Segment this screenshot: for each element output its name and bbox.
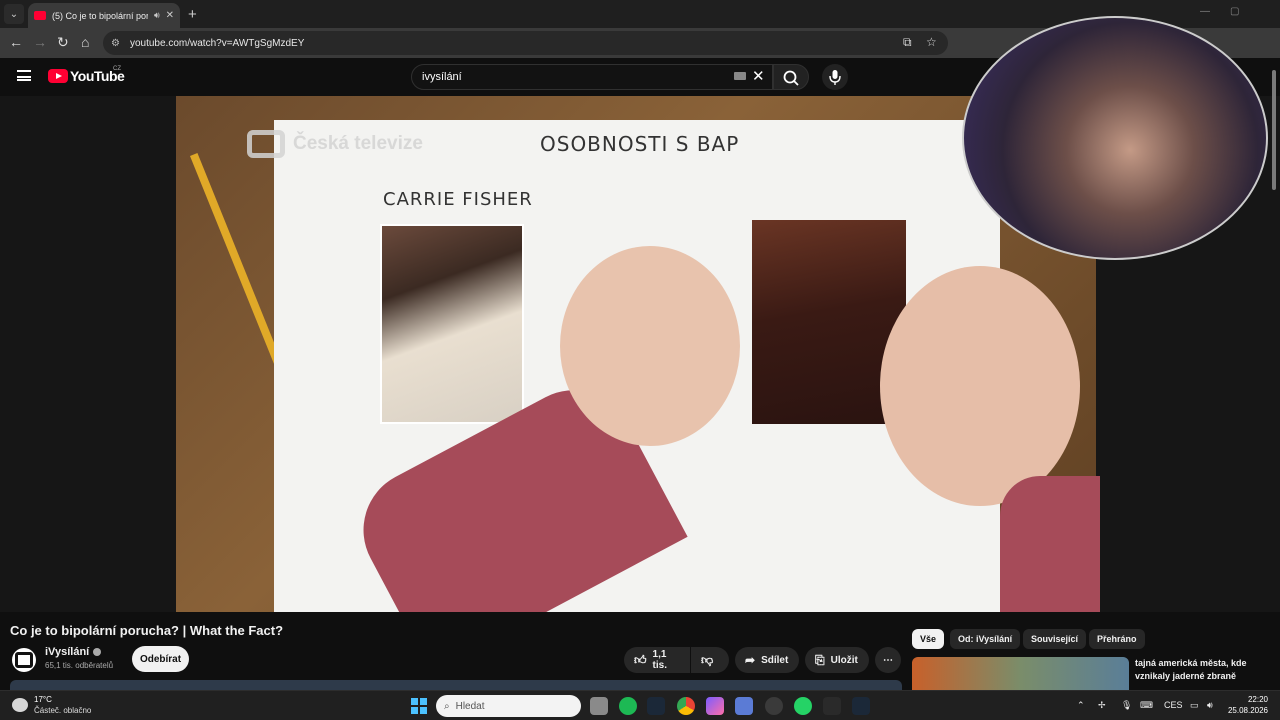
site-info-icon[interactable]: ⚙ [111, 38, 120, 49]
video-info: Co je to bipolární porucha? | What the F… [0, 612, 1280, 690]
share-icon: ➦ [745, 653, 756, 667]
voice-search-button[interactable] [822, 64, 848, 90]
subscribe-button[interactable]: Odebírat [132, 646, 189, 672]
spotify-icon[interactable] [619, 697, 637, 715]
related-video-title[interactable]: tajná americká města, kde vznikaly jader… [1135, 657, 1275, 683]
webcam-overlay [962, 16, 1268, 260]
more-actions-button[interactable]: ⋯ [875, 647, 901, 673]
chip-from-channel[interactable]: Od: iVysílání [950, 629, 1021, 649]
weather-cloud-icon[interactable] [12, 698, 28, 712]
close-tab-icon[interactable]: ✕ [166, 10, 174, 21]
save-button[interactable]: ⎘ Uložit [805, 647, 869, 673]
chrome-icon[interactable] [677, 697, 695, 715]
sleeve-image [1000, 476, 1100, 612]
windows-taskbar: 17°C Částeč. oblačno ⌕ Hledat ⌃ ✢ 🎙︎ ⌨ C… [0, 690, 1280, 720]
app-icon[interactable] [765, 697, 783, 715]
ct-watermark: Česká televize [247, 130, 423, 158]
region-code: CZ [113, 66, 121, 72]
tab-search-icon[interactable]: ⌄ [4, 4, 24, 24]
menu-icon[interactable] [17, 70, 31, 81]
maximize-icon[interactable]: ▢ [1230, 6, 1239, 17]
keyboard-icon[interactable] [734, 72, 746, 80]
reload-icon[interactable]: ↻ [57, 34, 69, 51]
forward-icon[interactable]: → [33, 34, 47, 50]
volume-icon[interactable]: 🔊︎ [1207, 700, 1213, 711]
url-text: youtube.com/watch?v=AWTgSgMzdEY [129, 37, 305, 49]
save-app-icon[interactable] [735, 697, 753, 715]
description-box[interactable] [10, 680, 902, 690]
tray-overflow-icon[interactable]: ⌃ [1077, 700, 1085, 711]
taskbar-search-placeholder: Hledat [455, 700, 485, 712]
thumbs-up-icon: 👍︎ [634, 652, 647, 667]
tab-title: (5) Co je to bipolární poruch [52, 10, 148, 21]
youtube-favicon-icon [34, 11, 46, 20]
video-title: Co je to bipolární porucha? | What the F… [10, 623, 284, 638]
save-label: Uložit [830, 654, 858, 666]
watermark-text: Česká televize [293, 133, 423, 154]
monitor-icon[interactable]: ▭ [1190, 700, 1199, 711]
clock-time: 22:20 [1247, 695, 1268, 704]
search-input[interactable]: ivysílání [411, 64, 773, 90]
input-language[interactable]: CES [1164, 700, 1183, 710]
weather-temperature[interactable]: 17°C [34, 695, 52, 704]
clock-date: 25.08.2026 [1227, 706, 1268, 715]
task-view-icon[interactable] [590, 697, 608, 715]
related-video-thumbnail[interactable] [912, 657, 1129, 690]
install-app-icon[interactable]: ⧉ [903, 35, 912, 50]
carrie-fisher-photo [380, 224, 524, 424]
whatsapp-icon[interactable] [794, 697, 812, 715]
bookmark-icon: ⎘ [815, 652, 825, 667]
ct-logo-icon [247, 130, 285, 158]
verified-icon [93, 648, 102, 656]
taskbar-search[interactable]: ⌕ Hledat [436, 695, 581, 717]
chip-related[interactable]: Související [1023, 629, 1087, 649]
hand-image [560, 246, 740, 446]
microphone-tray-icon[interactable]: 🎙︎ [1121, 700, 1132, 711]
chip-all[interactable]: Vše [912, 629, 945, 649]
bookmark-star-icon[interactable]: ☆ [926, 35, 937, 49]
video-heading: OSOBNOSTI S BAP [540, 132, 740, 156]
search-button[interactable] [773, 64, 809, 90]
home-icon[interactable]: ⌂ [81, 34, 89, 50]
subscriber-count: 65,1 tis. odběratelů [45, 661, 114, 670]
like-count: 1,1 tis. [652, 649, 667, 671]
app-icon[interactable] [706, 697, 724, 715]
back-icon[interactable]: ← [9, 34, 23, 50]
steam-icon[interactable] [852, 697, 870, 715]
chip-watched[interactable]: Přehráno [1089, 629, 1145, 649]
clear-search-icon[interactable]: ✕ [752, 67, 765, 85]
thumbs-down-icon: 👎︎ [701, 652, 714, 667]
epic-games-icon[interactable] [823, 697, 841, 715]
hand-image [880, 266, 1080, 506]
steam-icon[interactable] [647, 697, 665, 715]
channel-name-text[interactable]: iVysílání [45, 646, 89, 658]
address-bar[interactable]: ⚙ youtube.com/watch?v=AWTgSgMzdEY [103, 31, 948, 55]
browser-tab[interactable]: (5) Co je to bipolární poruch 🔊︎ ✕ [28, 3, 180, 28]
minimize-icon[interactable]: — [1200, 6, 1210, 17]
audio-playing-icon[interactable]: 🔊︎ [154, 10, 160, 21]
search-icon [783, 70, 799, 86]
weather-description[interactable]: Částeč. oblačno [34, 706, 91, 715]
share-button[interactable]: ➦ Sdílet [735, 647, 799, 673]
channel-name[interactable]: iVysílání [45, 646, 102, 658]
like-button[interactable]: 👍︎ 1,1 tis. [624, 647, 690, 673]
microphone-icon [829, 70, 841, 85]
channel-avatar[interactable] [12, 648, 36, 672]
youtube-logo-icon[interactable] [48, 69, 68, 83]
search-icon: ⌕ [444, 700, 450, 712]
keyboard-tray-icon[interactable]: ⌨ [1140, 700, 1153, 711]
share-label: Sdílet [761, 654, 789, 666]
network-app-icon[interactable]: ✢ [1098, 700, 1106, 711]
new-tab-button[interactable]: + [188, 6, 197, 23]
dislike-button[interactable]: 👎︎ [691, 647, 729, 673]
windows-start-icon[interactable] [411, 698, 427, 714]
page-scrollbar[interactable] [1270, 60, 1278, 190]
system-clock[interactable]: 22:20 25.08.2026 [1228, 694, 1268, 716]
photo-caption: CARRIE FISHER [383, 189, 533, 210]
